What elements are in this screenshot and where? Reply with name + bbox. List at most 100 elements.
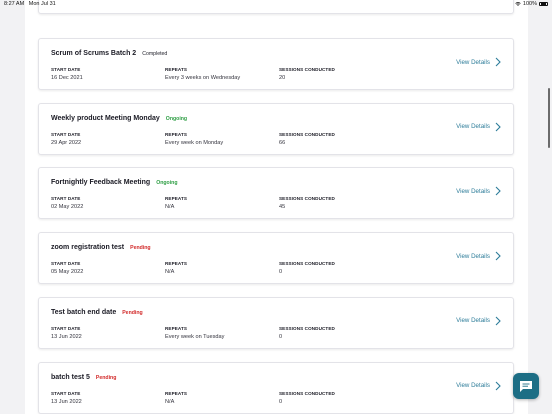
start-date-field: START DATE 29 Apr 2022 [51, 132, 81, 146]
sessions-label: SESSIONS CONDUCTED [279, 390, 335, 396]
status-right: 100% [515, 1, 548, 7]
chevron-right-icon [495, 316, 501, 326]
sessions-label: SESSIONS CONDUCTED [279, 131, 335, 137]
batch-card[interactable]: Scrum of Scrums Batch 2 Completed START DA… [38, 38, 514, 90]
view-details-label: View Details [456, 123, 490, 131]
battery-percent: 100% [522, 1, 537, 7]
batch-title: zoom registration test [51, 244, 125, 252]
batch-title: Test batch end date [51, 308, 117, 316]
batch-title-row: Scrum of Scrums Batch 2 Completed [51, 50, 167, 57]
repeats-value: N/A [165, 398, 175, 405]
repeats-value: N/A [165, 269, 175, 276]
sessions-value: 0 [279, 269, 283, 276]
view-details-link[interactable]: View Details [456, 381, 501, 391]
batch-card[interactable]: Fortnightly Feedback Meeting Ongoing START… [38, 167, 514, 220]
batch-card[interactable]: batch test 5 Pending START DATE 13 Jun 2022… [38, 361, 514, 414]
batch-title: Fortnightly Feedback Meeting [51, 179, 151, 187]
sessions-value: 66 [279, 139, 286, 146]
wifi-icon [515, 2, 521, 6]
start-date-field: START DATE 05 May 2022 [51, 261, 83, 275]
view-details-link[interactable]: View Details [456, 251, 501, 261]
chat-button[interactable] [513, 373, 539, 399]
repeats-label: REPEATS [165, 325, 188, 331]
status-bar: 8:27 AM Mon Jul 31 100% [0, 0, 552, 9]
sessions-label: SESSIONS CONDUCTED [279, 325, 335, 331]
repeats-label: REPEATS [165, 390, 188, 396]
sessions-value: 0 [279, 398, 283, 405]
sessions-field: SESSIONS CONDUCTED 66 [279, 132, 335, 146]
sessions-label: SESSIONS CONDUCTED [279, 261, 335, 267]
status-time-text: 8:27 AM [4, 1, 25, 7]
start-date-value: 05 May 2022 [51, 269, 84, 276]
repeats-field: REPEATS Every 3 weeks on Wednesday [165, 67, 240, 81]
start-date-value: 29 Apr 2022 [51, 139, 82, 146]
batch-list-panel: START DATE20 Oct 2021REPEATSEvery week o… [25, 0, 528, 414]
start-date-field: START DATE 02 May 2022 [51, 196, 83, 210]
batch-title-row: zoom registration test Pending [51, 244, 151, 251]
view-details-link[interactable]: View Details [456, 186, 501, 196]
start-date-label: START DATE [51, 196, 81, 202]
batch-title-row: Weekly product Meeting Monday Ongoing [51, 115, 187, 122]
start-date-label: START DATE [51, 131, 81, 137]
chevron-right-icon [495, 187, 501, 196]
batch-card[interactable]: Weekly product Meeting Monday Ongoing STAR… [38, 102, 514, 155]
batch-title: batch test 5 [51, 373, 90, 381]
repeats-field: REPEATS Every week on Monday [165, 132, 223, 146]
repeats-value: Every week on Tuesday [165, 333, 225, 340]
view-details-label: View Details [456, 252, 490, 260]
view-details-label: View Details [456, 382, 490, 389]
chevron-right-icon [495, 381, 501, 390]
chevron-right-icon [495, 122, 501, 132]
view-details-link[interactable]: View Details [456, 316, 501, 326]
start-date-field: START DATE 16 Dec 2021 [51, 67, 83, 81]
chevron-right-icon [495, 57, 501, 67]
repeats-field: REPEATS N/A [165, 391, 187, 405]
sessions-field: SESSIONS CONDUCTED 0 [279, 391, 335, 405]
batch-title-row: Test batch end date Pending [51, 309, 143, 316]
batch-title: Scrum of Scrums Batch 2 [51, 50, 137, 57]
batch-title: Weekly product Meeting Monday [51, 114, 160, 122]
start-date-label: START DATE [51, 261, 81, 267]
start-date-label: START DATE [51, 67, 81, 72]
start-date-value: 13 Jun 2022 [51, 398, 82, 405]
sessions-label: SESSIONS CONDUCTED [279, 67, 335, 72]
start-date-label: START DATE [51, 390, 81, 396]
view-details-link[interactable]: View Details [456, 122, 501, 132]
batch-card[interactable]: zoom registration test Pending START DATE 0… [38, 232, 514, 285]
sessions-value: 0 [279, 333, 283, 340]
battery-icon [539, 1, 548, 7]
status-badge: Completed [142, 51, 168, 57]
chevron-right-icon [495, 251, 501, 261]
repeats-value: Every week on Monday [165, 139, 224, 146]
status-badge: Ongoing [165, 115, 188, 122]
scroll-indicator[interactable] [548, 88, 550, 148]
start-date-value: 02 May 2022 [51, 204, 84, 211]
sessions-label: SESSIONS CONDUCTED [279, 196, 335, 202]
start-date-label: START DATE [51, 325, 81, 331]
sessions-value: 45 [279, 204, 286, 211]
repeats-label: REPEATS [165, 196, 188, 202]
repeats-field: REPEATS N/A [165, 261, 187, 275]
view-details-label: View Details [456, 317, 490, 325]
start-date-value: 13 Jun 2022 [51, 333, 82, 340]
status-badge: Pending [122, 309, 143, 316]
status-badge: Pending [95, 374, 117, 381]
start-date-value: 16 Dec 2021 [51, 75, 83, 81]
repeats-label: REPEATS [165, 261, 188, 267]
status-badge: Pending [130, 245, 151, 252]
chat-bubble-icon [520, 380, 532, 392]
repeats-value: Every 3 weeks on Wednesday [165, 75, 241, 81]
view-details-link[interactable]: View Details [456, 57, 501, 67]
view-details-label: View Details [456, 58, 490, 66]
sessions-field: SESSIONS CONDUCTED 0 [279, 261, 335, 275]
sessions-field: SESSIONS CONDUCTED 20 [279, 67, 335, 81]
repeats-label: REPEATS [165, 67, 188, 72]
status-time: 8:27 AM Mon Jul 31 [4, 1, 56, 7]
batch-card[interactable]: Test batch end date Pending START DATE 13 J… [38, 296, 514, 349]
start-date-field: START DATE 13 Jun 2022 [51, 326, 82, 340]
repeats-label: REPEATS [165, 131, 188, 137]
view-details-label: View Details [456, 187, 490, 195]
repeats-field: REPEATS N/A [165, 196, 187, 210]
status-badge: Ongoing [156, 180, 178, 187]
app-screen: 8:27 AM Mon Jul 31 100% START DATE20 Oct… [0, 0, 552, 414]
